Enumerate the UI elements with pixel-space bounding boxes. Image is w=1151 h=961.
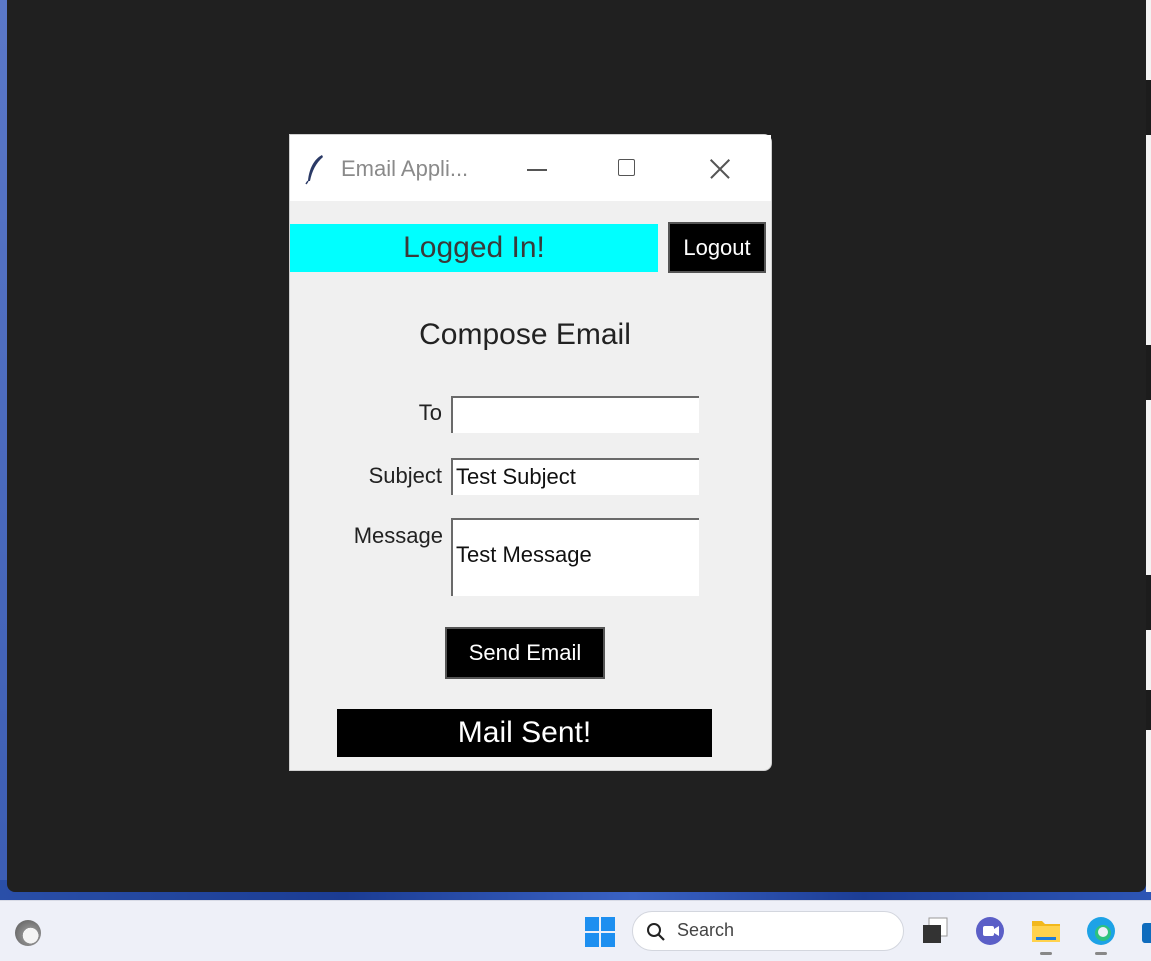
store-icon[interactable] [1140, 915, 1151, 947]
logout-button[interactable]: Logout [668, 222, 766, 273]
compose-heading: Compose Email [419, 318, 631, 351]
search-placeholder: Search [677, 920, 735, 940]
edge-icon[interactable] [1085, 915, 1117, 955]
feather-icon [305, 155, 323, 185]
taskbar-search-box[interactable]: Search [632, 911, 904, 951]
edge-block [1146, 690, 1151, 730]
search-icon [647, 923, 665, 941]
running-indicator [1095, 952, 1107, 955]
maximize-icon[interactable] [607, 151, 647, 187]
message-label: Message [353, 523, 443, 548]
edge-block [1146, 80, 1151, 135]
to-field[interactable] [451, 396, 699, 433]
email-app-window: Email Appli... Logged In! Logout Compose… [289, 134, 772, 771]
edge-block [1146, 575, 1151, 630]
widgets-icon[interactable] [15, 920, 41, 946]
title-bar[interactable]: Email Appli... [290, 135, 771, 201]
teams-meet-icon[interactable] [974, 915, 1006, 947]
edge-block [1146, 345, 1151, 400]
subject-label: Subject [368, 463, 442, 488]
file-explorer-icon[interactable] [1030, 915, 1062, 955]
task-view-icon[interactable] [919, 915, 951, 947]
message-field[interactable]: Test Message [451, 518, 699, 596]
login-status-label: Logged In! [290, 224, 658, 272]
desktop-edge [0, 0, 7, 900]
close-icon[interactable] [699, 151, 739, 187]
send-result-label: Mail Sent! [337, 709, 712, 757]
taskbar: Search [0, 900, 1151, 961]
window-title: Email Appli... [341, 156, 469, 181]
to-label: To [418, 400, 442, 425]
subject-field[interactable]: Test Subject [451, 458, 699, 495]
windows-start-icon[interactable] [584, 916, 616, 948]
running-indicator [1040, 952, 1052, 955]
minimize-icon[interactable] [517, 151, 557, 187]
send-email-button[interactable]: Send Email [445, 627, 605, 679]
